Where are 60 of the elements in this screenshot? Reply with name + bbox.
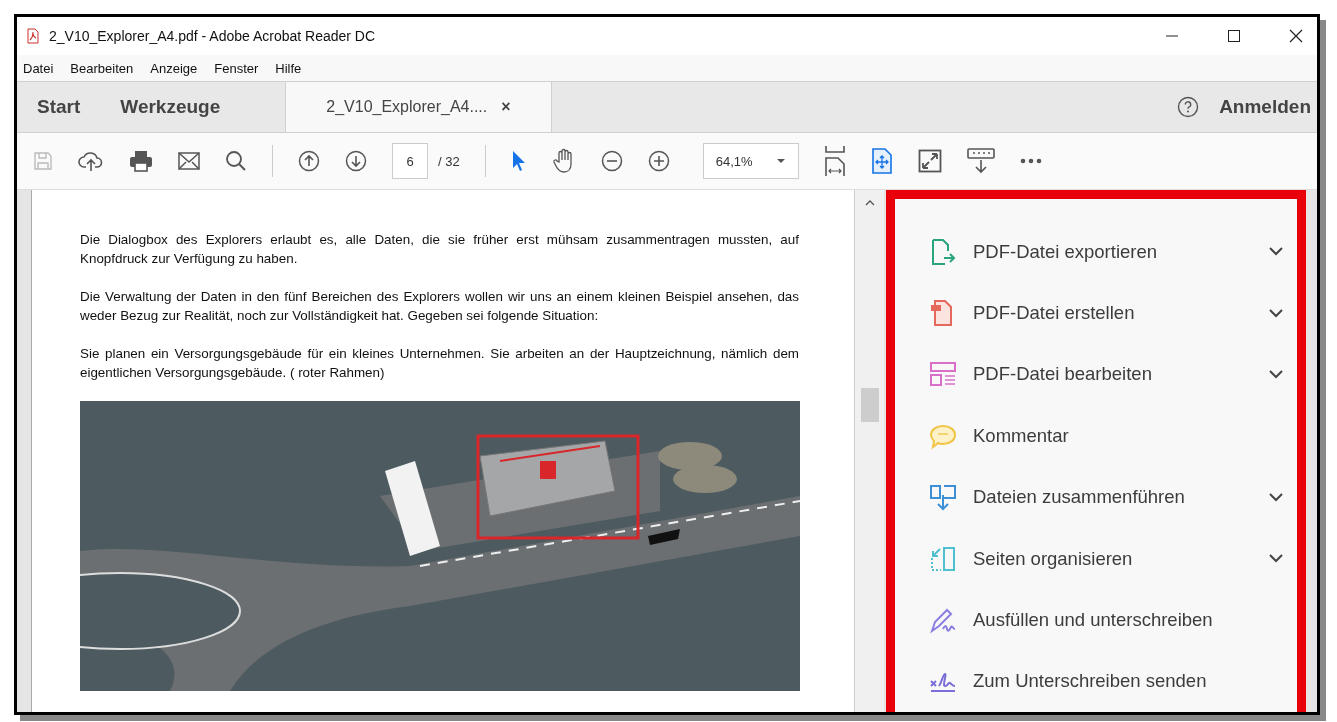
mail-icon[interactable] [178, 152, 200, 170]
pointer-icon[interactable] [510, 150, 527, 172]
print-icon[interactable] [129, 150, 153, 172]
tool-item[interactable]: Ausfüllen und unterschreiben [929, 589, 1297, 651]
help-icon[interactable] [1177, 96, 1200, 118]
tool-label: Ausfüllen und unterschreiben [973, 608, 1214, 631]
chevron-down-icon[interactable] [1269, 308, 1283, 318]
menu-item[interactable]: Anzeige [150, 60, 198, 76]
tool-item[interactable]: Kommentar [929, 405, 1297, 467]
fit-page-icon[interactable] [870, 148, 893, 174]
zoom-out-icon[interactable] [600, 150, 623, 172]
menu-item[interactable]: Hilfe [275, 60, 302, 76]
tool-label: Seiten organisieren [973, 547, 1134, 570]
tab-close-button[interactable]: × [501, 98, 511, 116]
zoom-dropdown[interactable]: 64,1% [702, 143, 799, 179]
tab-label: 2_V10_Explorer_A4.... [326, 98, 488, 116]
pdf-file-icon [25, 28, 41, 44]
tool-label: PDF-Datei exportieren [973, 240, 1159, 263]
sign-in-link[interactable]: Anmelden [1219, 96, 1311, 118]
fit-width-icon[interactable] [823, 145, 846, 177]
chevron-down-icon[interactable] [1269, 247, 1283, 257]
tab[interactable]: 2_V10_Explorer_A4.... × [285, 82, 552, 132]
tab-label: Start [37, 96, 81, 118]
page-total: / 32 [438, 153, 460, 169]
tool-label: PDF-Datei bearbeiten [973, 363, 1153, 386]
menu-item[interactable]: Bearbeiten [70, 60, 134, 76]
zoom-in-icon[interactable] [647, 150, 670, 172]
tool-label: Kommentar [973, 424, 1070, 447]
caret-icon [775, 158, 786, 164]
scroll-up-icon[interactable] [864, 200, 875, 206]
full-screen-icon[interactable] [917, 149, 942, 173]
cloud-upload-icon[interactable] [78, 150, 104, 172]
menu-item[interactable]: Fenster [214, 60, 259, 76]
scrollbar-thumb[interactable] [860, 388, 879, 422]
tool-item[interactable]: PDF-Datei exportieren [929, 221, 1297, 283]
tab[interactable]: Start [17, 82, 101, 132]
tool-label: Zum Unterschreiben senden [973, 670, 1208, 693]
tool-item[interactable]: Zum Unterschreiben senden [929, 650, 1297, 712]
document-paragraph: Sie planen ein Versorgungsgebäude für ein kleines Unternehmen. Sie arbeiten an der Hauptzeichnung, nämlich dem eigentlichen Versorgungsgebäude. ( roter Rahmen) [80, 345, 799, 382]
maximize-icon[interactable] [1227, 29, 1241, 43]
tool-item[interactable]: Dateien zusammenführen [929, 466, 1297, 528]
menu-item[interactable]: Datei [23, 60, 54, 76]
tool-item[interactable]: PDF-Datei erstellen [929, 282, 1297, 344]
document-paragraph: Die Dialogbox des Explorers erlaubt es, alle Daten, die sie früher erst mühsam zusammentragen mussten, auf Knopfdruck zur Verfügung zu haben. [80, 231, 799, 268]
tool-label: Dateien zusammenführen [973, 486, 1186, 509]
document-paragraph: Die Verwaltung der Daten in den fünf Bereichen des Explorers wollen wir uns an einem kleinen Beispiel ansehen, das weder Bezug zur Realität, noch zur Vollständigkeit hat. Gegeben sei folgende Situation: [80, 288, 799, 325]
page-number-field[interactable]: 6 [392, 143, 428, 179]
chevron-down-icon[interactable] [1269, 554, 1283, 564]
tool-label: PDF-Datei erstellen [973, 302, 1136, 325]
search-icon[interactable] [225, 150, 247, 172]
tab[interactable]: Werkzeuge [100, 82, 241, 132]
chevron-down-icon[interactable] [1269, 492, 1283, 502]
chevron-down-icon[interactable] [1269, 369, 1283, 379]
window-title: 2_V10_Explorer_A4.pdf - Adobe Acrobat Reader DC [49, 28, 377, 44]
close-icon[interactable] [1289, 29, 1303, 43]
tab-label: Werkzeuge [120, 96, 221, 118]
tool-item[interactable]: PDF-Datei bearbeiten [929, 343, 1297, 406]
keyboard-down-icon[interactable] [966, 148, 995, 174]
tool-item[interactable]: Seiten organisieren [929, 527, 1297, 590]
more-icon[interactable] [1019, 158, 1042, 164]
